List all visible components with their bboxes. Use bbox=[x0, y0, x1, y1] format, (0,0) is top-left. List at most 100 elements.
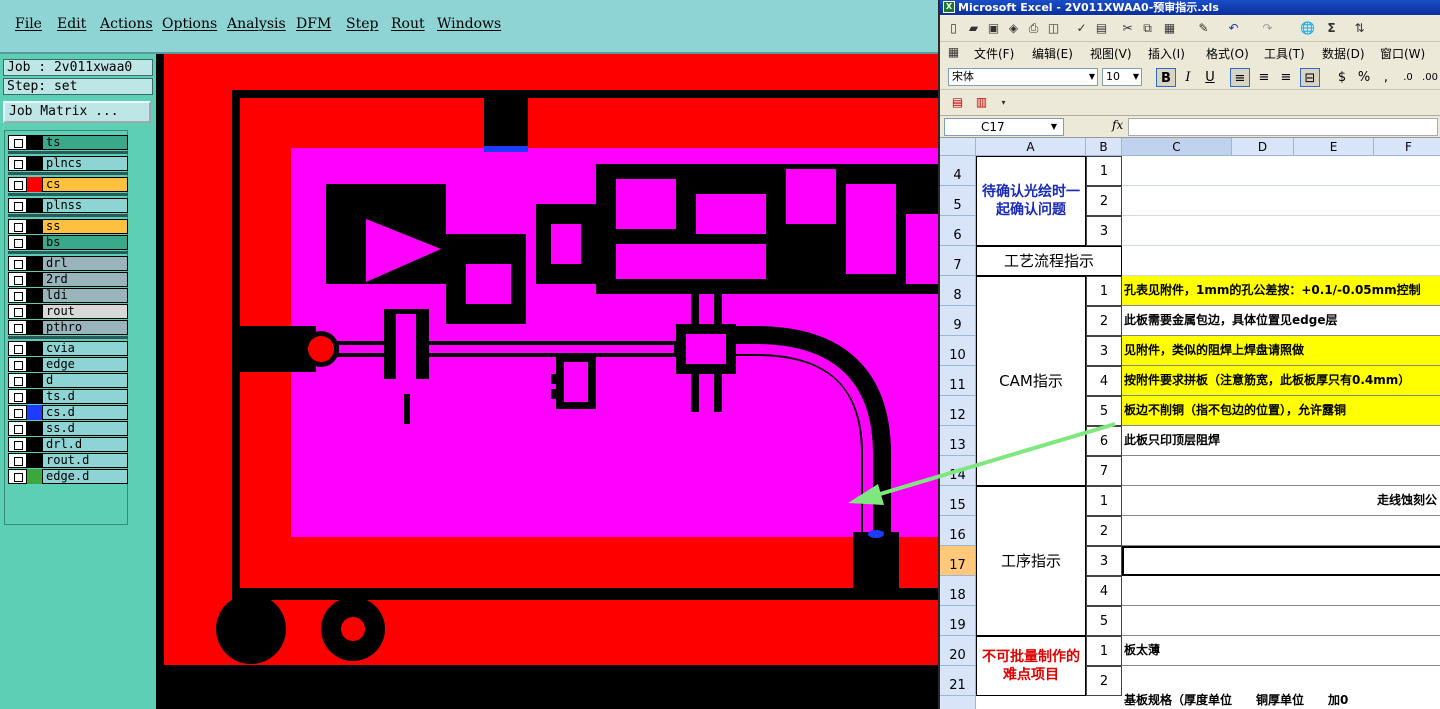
layer-name[interactable]: ss bbox=[42, 219, 128, 234]
procedure-item-text[interactable] bbox=[1122, 576, 1440, 606]
xl-menu-edit[interactable]: 编辑(E) bbox=[1032, 45, 1073, 62]
section-difficult[interactable]: 不可批量制作的难点项目 bbox=[976, 636, 1086, 696]
cam-item-number[interactable]: 7 bbox=[1086, 456, 1122, 486]
cam-item-text[interactable]: 板边不削铜（指不包边的位置），允许露铜 bbox=[1122, 396, 1440, 426]
layer-row-ss-d[interactable]: ss.d bbox=[8, 421, 128, 436]
layer-color-swatch[interactable] bbox=[27, 469, 42, 484]
layer-color-swatch[interactable] bbox=[27, 405, 42, 420]
layer-color-swatch[interactable] bbox=[27, 288, 42, 303]
row-header-21[interactable]: 21 bbox=[940, 666, 976, 696]
layer-checkbox[interactable] bbox=[8, 156, 27, 171]
layer-row-edge[interactable]: edge bbox=[8, 357, 128, 372]
align-center-button[interactable]: ≡ bbox=[1254, 68, 1274, 87]
row-header-19[interactable]: 19 bbox=[940, 606, 976, 636]
formula-input[interactable] bbox=[1128, 118, 1438, 136]
layer-color-swatch[interactable] bbox=[27, 320, 42, 335]
layer-name[interactable]: plncs bbox=[42, 156, 128, 171]
layer-name[interactable]: edge bbox=[42, 357, 128, 372]
cam-item-number[interactable]: 3 bbox=[1086, 336, 1122, 366]
hyperlink-icon[interactable]: 🌐 bbox=[1300, 21, 1315, 36]
layer-row-d[interactable]: d bbox=[8, 373, 128, 388]
row-header-14[interactable]: 14 bbox=[940, 456, 976, 486]
row-header-6[interactable]: 6 bbox=[940, 216, 976, 246]
item-number[interactable]: 2 bbox=[1086, 186, 1122, 216]
layer-row-pthro[interactable]: pthro bbox=[8, 320, 128, 335]
layer-row-bs[interactable]: bs bbox=[8, 235, 128, 250]
layer-name[interactable]: ldi bbox=[42, 288, 128, 303]
underline-button[interactable]: U bbox=[1200, 68, 1220, 87]
partial-row-text[interactable]: 基板规格（厚度单位 铜厚单位 加0 bbox=[1122, 690, 1440, 709]
row-header-13[interactable]: 13 bbox=[940, 426, 976, 456]
item-text[interactable] bbox=[1122, 186, 1440, 216]
row-header-15[interactable]: 15 bbox=[940, 486, 976, 516]
layer-checkbox[interactable] bbox=[8, 421, 27, 436]
layer-checkbox[interactable] bbox=[8, 341, 27, 356]
layer-checkbox[interactable] bbox=[8, 453, 27, 468]
difficult-item-number[interactable]: 1 bbox=[1086, 636, 1122, 666]
fx-icon[interactable]: fx bbox=[1112, 118, 1123, 132]
procedure-item-text[interactable]: 走线蚀刻公 bbox=[1122, 486, 1440, 516]
layer-checkbox[interactable] bbox=[8, 320, 27, 335]
layer-name[interactable]: plnss bbox=[42, 198, 128, 213]
menu-options[interactable]: Options bbox=[162, 16, 217, 32]
layer-color-swatch[interactable] bbox=[27, 256, 42, 271]
layer-color-swatch[interactable] bbox=[27, 341, 42, 356]
section-confirm[interactable]: 待确认光绘时一起确认问题 bbox=[976, 156, 1086, 246]
currency-icon[interactable]: $ bbox=[1332, 68, 1352, 87]
layer-name[interactable]: drl.d bbox=[42, 437, 128, 452]
section-cam[interactable]: CAM指示 bbox=[976, 276, 1086, 486]
paste-icon[interactable]: ▦ bbox=[1162, 21, 1177, 36]
difficult-item-number[interactable]: 2 bbox=[1086, 666, 1122, 696]
toolbar-options-icon[interactable]: ▾ bbox=[996, 95, 1011, 110]
cam-item-text[interactable]: 见附件，类似的阻焊上焊盘请照做 bbox=[1122, 336, 1440, 366]
layer-row-2rd[interactable]: 2rd bbox=[8, 272, 128, 287]
open-folder-icon[interactable]: ▰ bbox=[966, 21, 981, 36]
layer-name[interactable]: cvia bbox=[42, 341, 128, 356]
procedure-item-number[interactable]: 2 bbox=[1086, 516, 1122, 546]
row-header-8[interactable]: 8 bbox=[940, 276, 976, 306]
col-header-a[interactable]: A bbox=[976, 138, 1086, 156]
cam-item-text[interactable]: 按附件要求拼板（注意筋宽，此板板厚只有0.4mm） bbox=[1122, 366, 1440, 396]
layer-checkbox[interactable] bbox=[8, 405, 27, 420]
bold-button[interactable]: B bbox=[1156, 68, 1176, 87]
xl-menu-window[interactable]: 窗口(W) bbox=[1380, 45, 1425, 62]
row-header-5[interactable]: 5 bbox=[940, 186, 976, 216]
layer-row-cs[interactable]: cs bbox=[8, 177, 128, 192]
row-header-17[interactable]: 17 bbox=[940, 546, 976, 576]
layer-color-swatch[interactable] bbox=[27, 453, 42, 468]
menu-step[interactable]: Step bbox=[346, 16, 378, 32]
menu-dfm[interactable]: DFM bbox=[296, 16, 331, 32]
layer-color-swatch[interactable] bbox=[27, 357, 42, 372]
merge-center-button[interactable]: ⊟ bbox=[1300, 68, 1320, 87]
row-header-11[interactable]: 11 bbox=[940, 366, 976, 396]
copy-icon[interactable]: ⧉ bbox=[1140, 21, 1155, 36]
layer-checkbox[interactable] bbox=[8, 437, 27, 452]
row-header-20[interactable]: 20 bbox=[940, 636, 976, 666]
layer-checkbox[interactable] bbox=[8, 235, 27, 250]
layer-name[interactable]: pthro bbox=[42, 320, 128, 335]
process-flow-value[interactable] bbox=[1122, 246, 1440, 276]
cam-item-text[interactable] bbox=[1122, 456, 1440, 486]
layer-color-swatch[interactable] bbox=[27, 135, 42, 150]
layer-name[interactable]: ss.d bbox=[42, 421, 128, 436]
select-all-corner[interactable] bbox=[940, 138, 976, 156]
cam-item-text[interactable]: 此板只印顶层阻焊 bbox=[1122, 426, 1440, 456]
cam-item-number[interactable]: 1 bbox=[1086, 276, 1122, 306]
col-header-c[interactable]: C bbox=[1122, 138, 1232, 156]
row-header-12[interactable]: 12 bbox=[940, 396, 976, 426]
layer-name[interactable]: ts.d bbox=[42, 389, 128, 404]
row-header-16[interactable]: 16 bbox=[940, 516, 976, 546]
font-name-select[interactable]: 宋体 ▼ bbox=[948, 68, 1098, 86]
layer-name[interactable]: bs bbox=[42, 235, 128, 250]
cut-icon[interactable]: ✂ bbox=[1120, 21, 1135, 36]
xl-menu-view[interactable]: 视图(V) bbox=[1090, 45, 1132, 62]
row-header-partial[interactable] bbox=[940, 696, 976, 709]
cam-item-number[interactable]: 4 bbox=[1086, 366, 1122, 396]
cam-item-number[interactable]: 6 bbox=[1086, 426, 1122, 456]
layer-name[interactable]: ts bbox=[42, 135, 128, 150]
layer-color-swatch[interactable] bbox=[27, 156, 42, 171]
xl-menu-file[interactable]: 文件(F) bbox=[974, 45, 1014, 62]
layer-name[interactable]: rout.d bbox=[42, 453, 128, 468]
layer-name[interactable]: drl bbox=[42, 256, 128, 271]
pdf-icon[interactable]: ▤ bbox=[950, 95, 965, 110]
